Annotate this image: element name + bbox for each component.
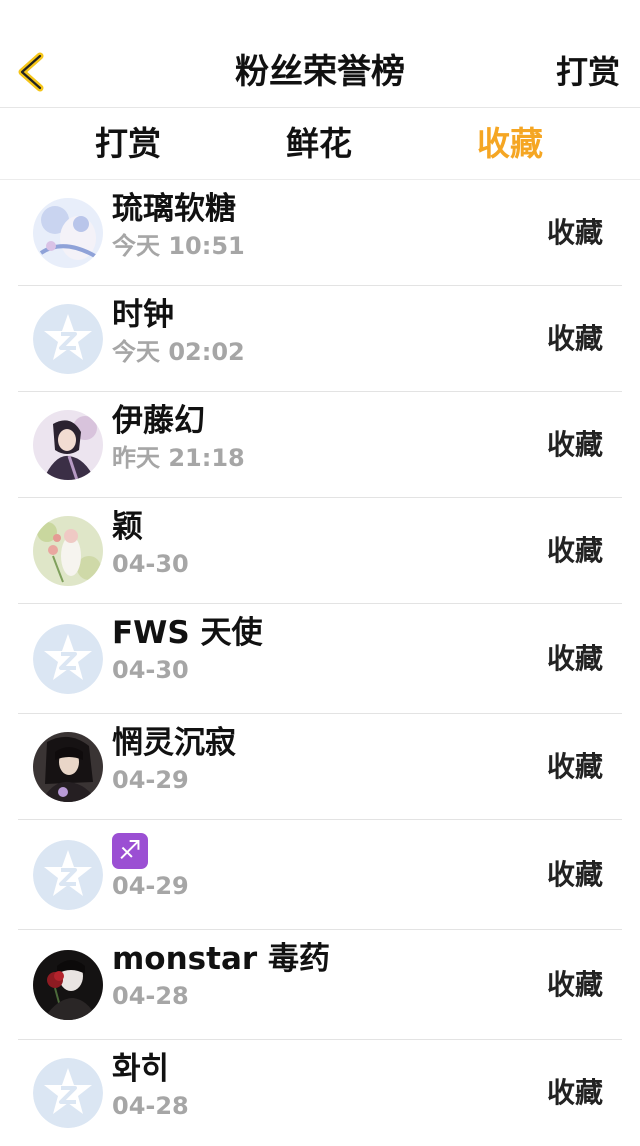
timestamp: 04-29 bbox=[112, 872, 189, 900]
avatar[interactable] bbox=[33, 304, 103, 374]
default-avatar-icon bbox=[33, 1058, 103, 1128]
photo-avatar-flowers bbox=[33, 516, 103, 586]
avatar[interactable] bbox=[33, 840, 103, 910]
action-label: 收藏 bbox=[546, 428, 603, 461]
sagittarius-icon: ♐ bbox=[112, 832, 148, 869]
avatar[interactable] bbox=[33, 410, 103, 480]
timestamp: 昨天 21:18 bbox=[112, 444, 245, 472]
default-avatar-icon bbox=[33, 840, 103, 910]
action-label: 收藏 bbox=[546, 642, 603, 675]
photo-avatar-rose bbox=[33, 950, 103, 1020]
user-name: FWS 天使 bbox=[112, 615, 263, 651]
photo-avatar-dark bbox=[33, 732, 103, 802]
back-button[interactable] bbox=[12, 50, 52, 94]
timestamp: 04-30 bbox=[112, 656, 189, 684]
avatar[interactable] bbox=[33, 198, 103, 268]
avatar[interactable] bbox=[33, 1058, 103, 1128]
action-label: 收藏 bbox=[546, 1076, 603, 1109]
user-name: 惘灵沉寂 bbox=[112, 725, 236, 761]
page-title: 粉丝荣誉榜 bbox=[235, 52, 405, 92]
tab-favorites[interactable]: 收藏 bbox=[477, 122, 543, 166]
tab-flowers[interactable]: 鲜花 bbox=[286, 122, 352, 166]
action-label: 收藏 bbox=[546, 858, 603, 891]
fan-list: 琉璃软糖 今天 10:51 收藏 时钟 今天 02:02 收藏 伊藤幻 昨天 2… bbox=[0, 180, 640, 1146]
photo-avatar-pastel bbox=[33, 198, 103, 268]
action-label: 收藏 bbox=[546, 322, 603, 355]
avatar[interactable] bbox=[33, 624, 103, 694]
user-name: monstar 毒药 bbox=[112, 941, 330, 977]
timestamp: 04-29 bbox=[112, 766, 189, 794]
list-item[interactable]: ♐ 04-29 收藏 bbox=[0, 820, 640, 930]
avatar[interactable] bbox=[33, 950, 103, 1020]
tab-reward[interactable]: 打赏 bbox=[95, 122, 161, 166]
user-name: 琉璃软糖 bbox=[112, 191, 236, 227]
default-avatar-icon bbox=[33, 304, 103, 374]
timestamp: 04-30 bbox=[112, 550, 189, 578]
user-name: 화히 bbox=[112, 1051, 170, 1087]
photo-avatar-anime bbox=[33, 410, 103, 480]
timestamp: 04-28 bbox=[112, 1092, 189, 1120]
list-item[interactable]: 伊藤幻 昨天 21:18 收藏 bbox=[0, 392, 640, 498]
list-item[interactable]: 惘灵沉寂 04-29 收藏 bbox=[0, 714, 640, 820]
chevron-left-icon bbox=[18, 52, 44, 92]
default-avatar-icon bbox=[33, 624, 103, 694]
user-name: 伊藤幻 bbox=[112, 403, 205, 439]
timestamp: 今天 02:02 bbox=[112, 338, 245, 366]
list-item[interactable]: monstar 毒药 04-28 收藏 bbox=[0, 930, 640, 1040]
action-label: 收藏 bbox=[546, 534, 603, 567]
action-label: 收藏 bbox=[546, 968, 603, 1001]
list-item[interactable]: 时钟 今天 02:02 收藏 bbox=[0, 286, 640, 392]
tab-bar: 打赏 鲜花 收藏 bbox=[0, 108, 640, 180]
list-item[interactable]: FWS 天使 04-30 收藏 bbox=[0, 604, 640, 714]
user-name: 时钟 bbox=[112, 297, 174, 333]
navigation-bar: 粉丝荣誉榜 打赏 bbox=[0, 0, 640, 108]
action-label: 收藏 bbox=[546, 216, 603, 249]
user-name: 颖 bbox=[112, 509, 143, 545]
timestamp: 04-28 bbox=[112, 982, 189, 1010]
reward-button[interactable]: 打赏 bbox=[556, 50, 620, 94]
list-item[interactable]: 琉璃软糖 今天 10:51 收藏 bbox=[0, 180, 640, 286]
list-item[interactable]: 화히 04-28 收藏 bbox=[0, 1040, 640, 1146]
user-name: ♐ bbox=[112, 828, 148, 870]
action-label: 收藏 bbox=[546, 750, 603, 783]
avatar[interactable] bbox=[33, 516, 103, 586]
avatar[interactable] bbox=[33, 732, 103, 802]
list-item[interactable]: 颖 04-30 收藏 bbox=[0, 498, 640, 604]
timestamp: 今天 10:51 bbox=[112, 232, 245, 260]
